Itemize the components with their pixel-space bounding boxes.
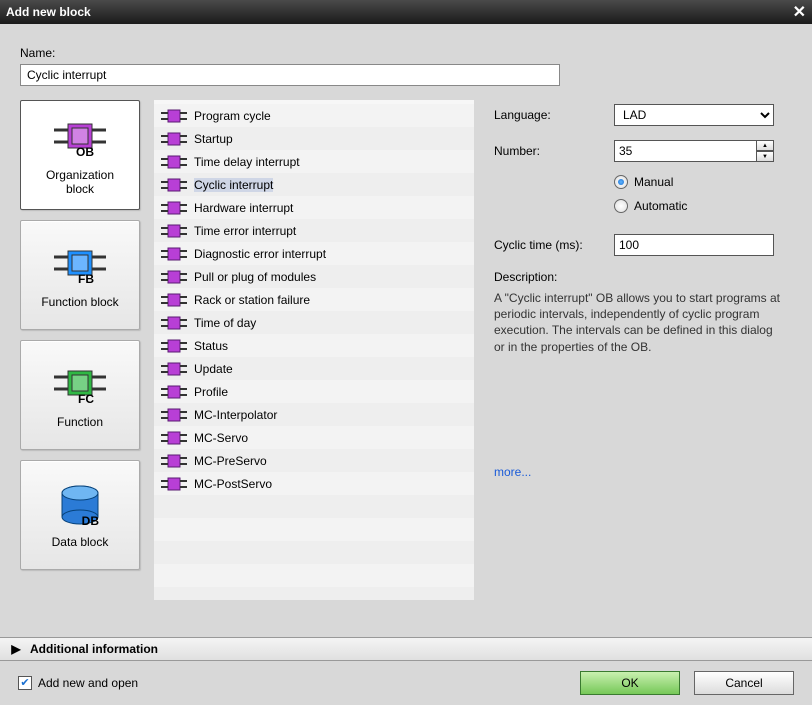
ob-item-label: MC-Servo	[194, 431, 248, 445]
ob-item[interactable]: Time delay interrupt	[154, 150, 474, 173]
ob-icon	[160, 383, 188, 401]
ob-item-label: Time of day	[194, 316, 256, 330]
additional-info-label: Additional information	[30, 642, 158, 656]
fc-icon: FC	[50, 361, 110, 409]
block-type-fb[interactable]: FB Function block	[20, 220, 140, 330]
ob-item[interactable]: Update	[154, 357, 474, 380]
ob-icon	[160, 199, 188, 217]
ob-item[interactable]: MC-PostServo	[154, 472, 474, 495]
mode-automatic-radio[interactable]: Automatic	[614, 194, 786, 218]
fb-icon: FB	[50, 241, 110, 289]
additional-info-bar[interactable]: ▶ Additional information	[0, 637, 812, 661]
ob-item[interactable]: Status	[154, 334, 474, 357]
ob-icon	[160, 176, 188, 194]
ob-icon	[160, 314, 188, 332]
name-input[interactable]	[20, 64, 560, 86]
svg-text:FC: FC	[78, 392, 94, 406]
name-label: Name:	[20, 46, 792, 60]
ob-item[interactable]: Program cycle	[154, 104, 474, 127]
ob-item-label: Hardware interrupt	[194, 201, 293, 215]
db-icon: DB	[50, 481, 110, 529]
ob-item[interactable]: MC-Servo	[154, 426, 474, 449]
svg-text:OB: OB	[76, 145, 94, 159]
ob-icon	[160, 107, 188, 125]
ob-icon	[160, 245, 188, 263]
radio-icon	[614, 199, 628, 213]
ob-item-label: MC-PostServo	[194, 477, 272, 491]
ob-template-list: Program cycle Startup Time delay interru…	[154, 100, 474, 600]
ob-icon	[160, 153, 188, 171]
number-step-down[interactable]: ▼	[756, 151, 774, 162]
ob-icon	[160, 222, 188, 240]
description-body: A "Cyclic interrupt" OB allows you to st…	[494, 290, 786, 355]
mode-manual-radio[interactable]: Manual	[614, 170, 786, 194]
radio-icon	[614, 175, 628, 189]
ob-item[interactable]: Cyclic interrupt	[154, 173, 474, 196]
ob-item[interactable]: Rack or station failure	[154, 288, 474, 311]
dialog-title: Add new block	[6, 5, 91, 19]
ob-item-label: Profile	[194, 385, 228, 399]
add-and-open-checkbox[interactable]	[18, 676, 32, 690]
ob-icon	[160, 452, 188, 470]
ok-button[interactable]: OK	[580, 671, 680, 695]
block-type-label: Organizationblock	[46, 168, 114, 197]
block-type-fc[interactable]: FC Function	[20, 340, 140, 450]
number-input[interactable]	[614, 140, 774, 162]
cancel-button[interactable]: Cancel	[694, 671, 794, 695]
ob-icon	[160, 406, 188, 424]
number-label: Number:	[494, 144, 614, 158]
ob-item-label: Time error interrupt	[194, 224, 296, 238]
block-type-label: Function block	[41, 295, 118, 309]
ob-icon	[160, 429, 188, 447]
block-type-label: Data block	[52, 535, 109, 549]
chevron-right-icon: ▶	[8, 642, 24, 656]
ob-item[interactable]: Diagnostic error interrupt	[154, 242, 474, 265]
ob-item[interactable]: Startup	[154, 127, 474, 150]
ob-item-label: Pull or plug of modules	[194, 270, 316, 284]
ob-item-label: MC-PreServo	[194, 454, 267, 468]
block-type-db[interactable]: DB Data block	[20, 460, 140, 570]
ob-item[interactable]: Time of day	[154, 311, 474, 334]
add-and-open-label: Add new and open	[38, 676, 138, 690]
ob-item[interactable]: Time error interrupt	[154, 219, 474, 242]
titlebar: Add new block ✕	[0, 0, 812, 24]
mode-auto-label: Automatic	[634, 199, 687, 213]
cyclic-time-input[interactable]	[614, 234, 774, 256]
more-link[interactable]: more...	[494, 465, 531, 479]
ob-icon	[160, 337, 188, 355]
svg-text:FB: FB	[78, 272, 94, 286]
ob-icon	[160, 268, 188, 286]
ob-item[interactable]: Pull or plug of modules	[154, 265, 474, 288]
ob-icon	[160, 130, 188, 148]
language-select[interactable]: LAD	[614, 104, 774, 126]
ob-icon	[160, 291, 188, 309]
ob-item-label: Diagnostic error interrupt	[194, 247, 326, 261]
ob-icon	[160, 475, 188, 493]
block-type-list: OB Organizationblock FB Function block F…	[20, 100, 140, 600]
ob-icon	[160, 360, 188, 378]
ob-item-label: Update	[194, 362, 233, 376]
cyclic-label: Cyclic time (ms):	[494, 238, 614, 252]
ob-item-label: Startup	[194, 132, 233, 146]
ob-item-label: Status	[194, 339, 228, 353]
mode-manual-label: Manual	[634, 175, 673, 189]
block-type-label: Function	[57, 415, 103, 429]
close-icon[interactable]: ✕	[793, 2, 806, 22]
ob-item-label: Time delay interrupt	[194, 155, 300, 169]
ob-item-label: Cyclic interrupt	[194, 178, 273, 192]
description-heading: Description:	[494, 270, 786, 284]
svg-text:DB: DB	[82, 514, 100, 527]
ob-item-label: Rack or station failure	[194, 293, 310, 307]
ob-item[interactable]: MC-Interpolator	[154, 403, 474, 426]
block-type-ob[interactable]: OB Organizationblock	[20, 100, 140, 210]
ob-icon: OB	[50, 114, 110, 162]
ob-item-label: MC-Interpolator	[194, 408, 277, 422]
ob-item[interactable]: MC-PreServo	[154, 449, 474, 472]
language-label: Language:	[494, 108, 614, 122]
ob-item-label: Program cycle	[194, 109, 271, 123]
ob-item[interactable]: Profile	[154, 380, 474, 403]
bottom-bar: Add new and open OK Cancel	[0, 661, 812, 705]
number-step-up[interactable]: ▲	[756, 140, 774, 151]
ob-item[interactable]: Hardware interrupt	[154, 196, 474, 219]
